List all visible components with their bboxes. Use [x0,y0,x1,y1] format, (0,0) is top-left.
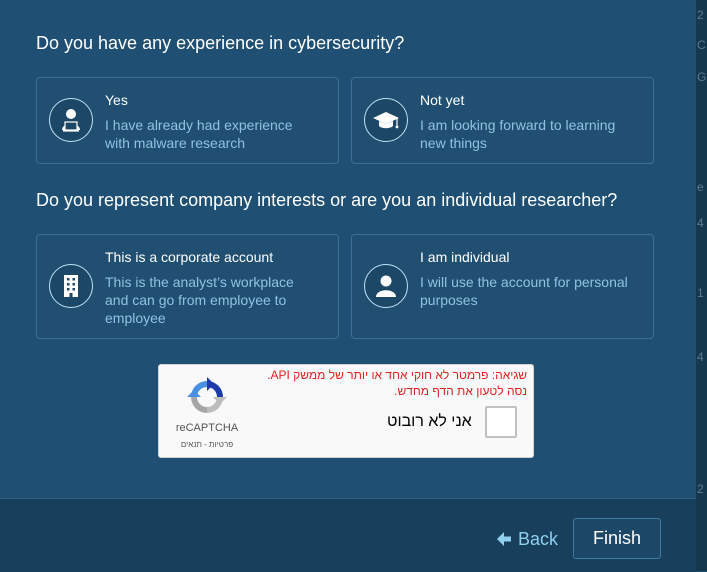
option-description: I have already had experience with malwa… [105,117,293,151]
option-experience-yes[interactable]: Yes I have already had experience with m… [36,77,339,164]
captcha-error-line: נסה לטעון את הדף מחדש. [394,384,527,398]
finish-button[interactable]: Finish [573,518,661,559]
option-description: This is the analyst’s workplace and can … [105,274,294,326]
captcha-error: שגיאה: פרמטר לא חוקי אחד או יותר של ממשק… [197,367,527,399]
option-individual[interactable]: I am individual I will use the account f… [351,234,654,339]
back-button-label: Back [518,528,559,549]
background-window-strip: 2 C G e 4 1 4 2 [696,0,707,571]
recaptcha-widget: שגיאה: פרמטר לא חוקי אחד או יותר של ממשק… [158,364,534,458]
option-title: Not yet [420,92,465,108]
option-description: I will use the account for personal purp… [420,274,628,308]
recaptcha-links: פרטיות - תנאים [159,440,255,449]
recaptcha-logo-icon [187,377,227,422]
option-title: Yes [105,92,128,108]
option-corporate-account[interactable]: This is a corporate account This is the … [36,234,339,339]
user-laptop-icon [49,98,93,142]
privacy-link[interactable]: פרטיות [209,440,233,449]
onboarding-panel: Do you have any experience in cybersecur… [0,0,696,498]
person-icon [364,264,408,308]
option-title: I am individual [420,249,510,265]
option-description: I am looking forward to learning new thi… [420,117,616,151]
question-experience: Do you have any experience in cybersecur… [36,33,405,53]
arrow-left-icon [497,532,511,546]
captcha-error-line: שגיאה: פרמטר לא חוקי אחד או יותר של ממשק… [267,368,527,382]
link-separator: - [204,440,207,449]
terms-link[interactable]: תנאים [181,440,202,449]
recaptcha-brand: reCAPTCHA [175,422,239,434]
back-button[interactable]: Back [496,527,558,551]
option-experience-not-yet[interactable]: Not yet I am looking forward to learning… [351,77,654,164]
captcha-checkbox-label: אני לא רובוט [387,413,472,430]
building-icon [49,264,93,308]
question-account-type: Do you represent company interests or ar… [36,190,618,210]
captcha-checkbox[interactable] [485,406,517,438]
option-title: This is a corporate account [105,249,274,265]
graduation-cap-icon [364,98,408,142]
